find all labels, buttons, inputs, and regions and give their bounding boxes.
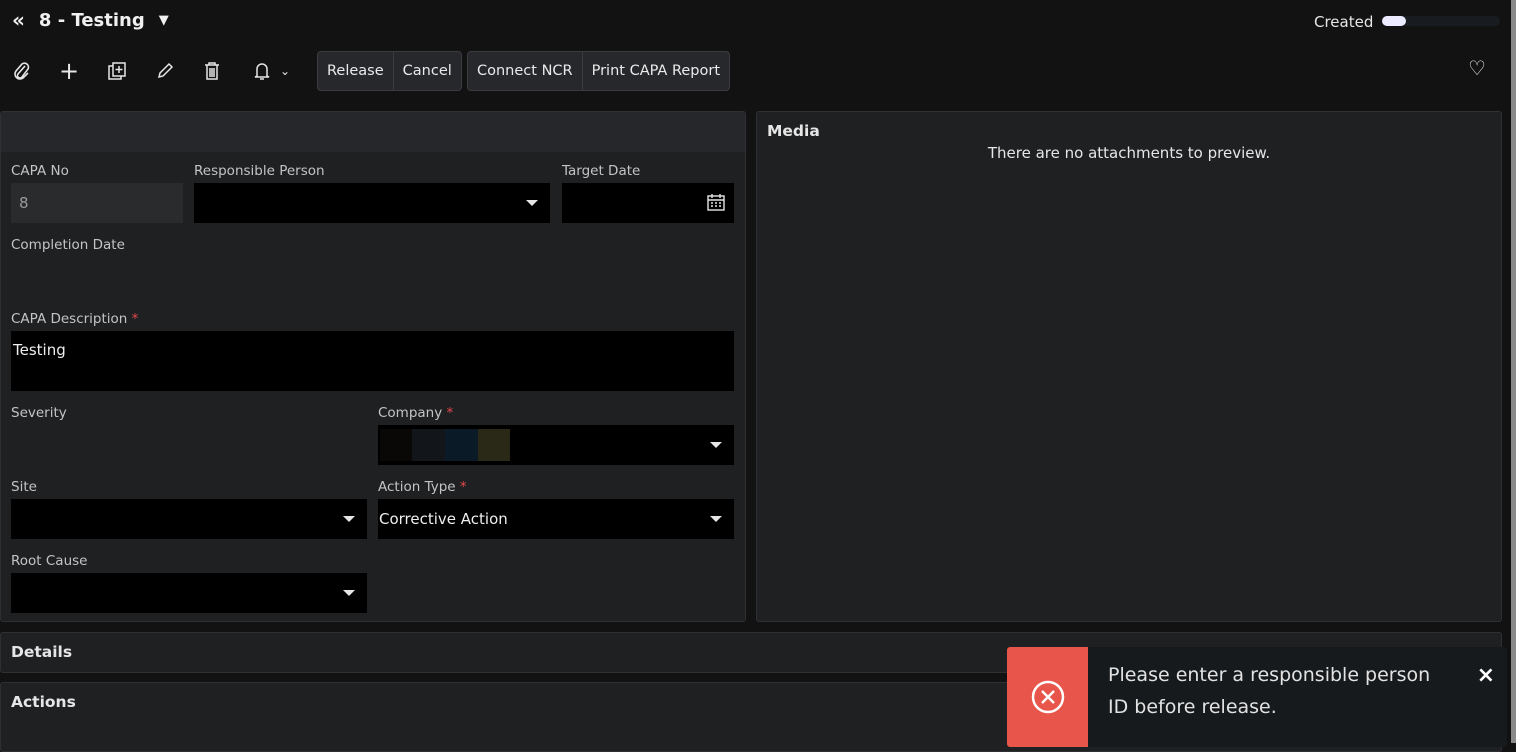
add-icon[interactable]: + (56, 57, 82, 85)
paperclip-icon[interactable] (9, 58, 35, 84)
capa-no-field: 8 (11, 183, 183, 223)
completion-date-label: Completion Date (11, 237, 125, 253)
responsible-person-label: Responsible Person (194, 163, 325, 179)
error-toast: Please enter a responsible person ID bef… (1007, 647, 1507, 747)
required-mark: * (446, 405, 454, 421)
company-select[interactable] (378, 425, 734, 465)
dropdown-caret-icon (526, 200, 538, 206)
site-select[interactable] (11, 499, 367, 539)
label-text: Company (378, 405, 443, 421)
severity-label: Severity (11, 405, 67, 421)
status-progress (1382, 16, 1500, 26)
root-cause-label: Root Cause (11, 553, 88, 569)
label-text: CAPA Description (11, 311, 128, 327)
company-label: Company * (378, 405, 453, 421)
action-type-label: Action Type * (378, 479, 467, 495)
cancel-button[interactable]: Cancel (394, 52, 461, 90)
toast-message: Please enter a responsible person ID bef… (1108, 664, 1431, 718)
dropdown-caret-icon (343, 590, 355, 596)
responsible-person-select[interactable] (194, 183, 550, 223)
page-header: « 8 - Testing ▼ (12, 8, 169, 32)
title-dropdown-icon[interactable]: ▼ (159, 13, 169, 28)
scrollbar[interactable] (1511, 0, 1516, 743)
target-date-label: Target Date (562, 163, 641, 179)
label-text: Action Type (378, 479, 456, 495)
dropdown-caret-icon (343, 516, 355, 522)
release-cancel-group: Release Cancel (317, 51, 462, 91)
chevron-down-icon: ⌄ (279, 64, 291, 78)
dropdown-caret-icon (710, 442, 722, 448)
required-mark: * (131, 311, 139, 327)
action-type-select[interactable]: Corrective Action (378, 499, 734, 539)
release-button[interactable]: Release (318, 52, 394, 90)
target-date-input[interactable] (562, 183, 734, 223)
capa-description-label: CAPA Description * (11, 311, 138, 327)
capa-description-input[interactable]: Testing (11, 331, 734, 391)
status-label: Created (1314, 13, 1374, 31)
required-mark: * (459, 479, 467, 495)
error-circle-x-icon (1031, 680, 1064, 714)
collapse-back-icon[interactable]: « (12, 8, 25, 32)
report-group: Connect NCR Print CAPA Report (467, 51, 731, 91)
page-title: 8 - Testing (38, 9, 145, 31)
favorite-heart-icon[interactable]: ♡ (1468, 56, 1486, 80)
delete-trash-icon[interactable] (199, 58, 225, 84)
calendar-icon[interactable] (707, 194, 725, 211)
media-empty-text: There are no attachments to preview. (987, 144, 1271, 162)
duplicate-icon[interactable] (104, 58, 130, 84)
status-progress-fill (1382, 16, 1406, 26)
dropdown-caret-icon (710, 516, 722, 522)
print-capa-report-button[interactable]: Print CAPA Report (583, 52, 729, 90)
site-label: Site (11, 479, 37, 495)
notification-bell-dropdown[interactable]: ⌄ (246, 58, 296, 84)
action-type-value: Corrective Action (379, 510, 508, 528)
panel-header (1, 112, 745, 152)
capa-no-label: CAPA No (11, 163, 69, 179)
connect-ncr-button[interactable]: Connect NCR (468, 52, 583, 90)
root-cause-select[interactable] (11, 573, 367, 613)
edit-pencil-icon[interactable] (152, 58, 178, 84)
company-value-redacted (380, 429, 510, 461)
toast-error-strip (1007, 647, 1088, 747)
toast-close-icon[interactable]: × (1477, 663, 1495, 688)
media-panel: Media There are no attachments to previe… (756, 111, 1502, 622)
